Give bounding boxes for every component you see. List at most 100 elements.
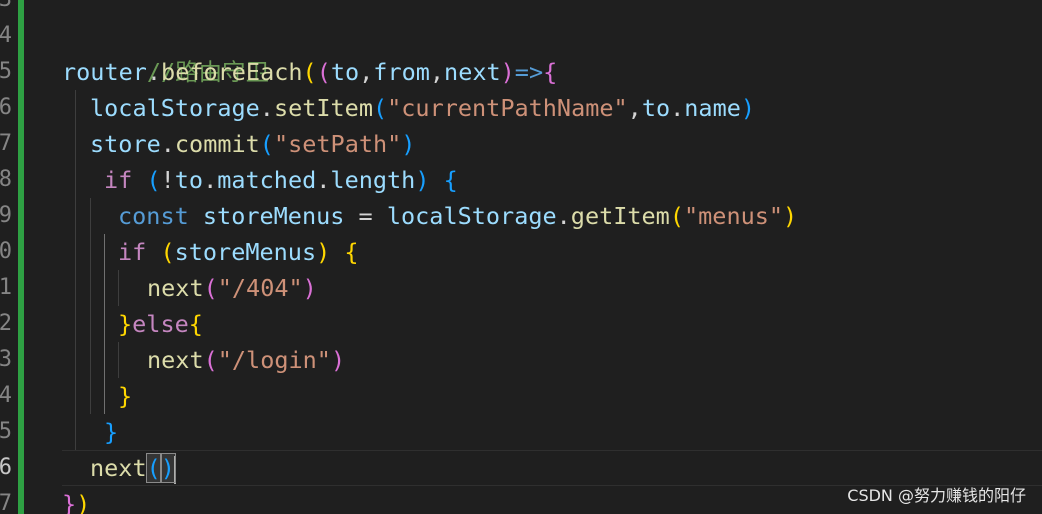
identifier-store: store (90, 130, 161, 158)
identifier-local-storage: localStorage (90, 94, 260, 122)
identifier-store-menus: storeMenus (174, 238, 317, 266)
line-number: 8 (0, 167, 12, 192)
string-literal: "currentPathName" (387, 94, 628, 122)
bracket-open: ( (146, 166, 161, 194)
code-line-store-commit: store.commit("setPath") (90, 126, 415, 162)
line-number: 2 (0, 311, 12, 336)
bracket-open: ( (203, 274, 218, 302)
function-set-item: setItem (273, 94, 373, 122)
punctuation-comma: , (429, 58, 445, 86)
operator-not: ! (160, 166, 175, 194)
bracket-close: ) (415, 166, 430, 194)
identifier-router: router (62, 58, 147, 86)
code-line-close-if: } (104, 414, 118, 450)
code-area[interactable]: //路由守卫 router.beforeEach((to,from,next)=… (62, 0, 1042, 514)
brace-open: { (188, 310, 203, 338)
keyword-else: else (132, 310, 189, 338)
line-number: 4 (0, 383, 12, 408)
line-number-current: 6 (0, 455, 12, 480)
bracket-open: ( (203, 346, 218, 374)
brace-close: } (104, 418, 119, 446)
punctuation-dot: . (146, 58, 162, 86)
string-literal: "menus" (684, 202, 784, 230)
function-commit: commit (174, 130, 260, 158)
string-literal: "/404" (217, 274, 303, 302)
code-line-const-store-menus: const storeMenus = localStorage.getItem(… (118, 198, 797, 234)
code-line-if-matched: if (!to.matched.length) { (104, 162, 458, 198)
line-number: 3 (0, 347, 12, 372)
brace-close: } (118, 310, 133, 338)
bracket-close: ) (76, 490, 91, 514)
line-number: 1 (0, 275, 12, 300)
line-number: 7 (0, 491, 12, 514)
code-line-router-before-each: router.beforeEach((to,from,next)=>{ (62, 54, 557, 90)
line-number-gutter: 3 4 5 6 7 8 9 0 1 2 3 4 5 6 7 (0, 0, 12, 514)
function-next: next (147, 274, 204, 302)
line-number: 9 (0, 203, 12, 228)
bracket-open: ( (316, 58, 331, 86)
keyword-if: if (104, 166, 133, 194)
code-line-if-store-menus: if (storeMenus) { (118, 234, 359, 270)
code-editor[interactable]: 3 4 5 6 7 8 9 0 1 2 3 4 5 6 7 //路由守卫 rou… (0, 0, 1042, 514)
bracket-open-matched: ( (145, 453, 162, 483)
punctuation-dot: . (259, 94, 274, 122)
identifier-to: to (641, 94, 671, 122)
punctuation-dot: . (203, 166, 218, 194)
punctuation-dot: . (670, 94, 685, 122)
code-line-close-else: } (118, 378, 132, 414)
keyword-const: const (118, 202, 189, 230)
bracket-close-matched: ) (159, 453, 176, 483)
punctuation-dot: . (316, 166, 331, 194)
line-number: 5 (0, 419, 12, 444)
operator-assign: = (358, 202, 373, 230)
param-next: next (444, 58, 501, 86)
identifier-to: to (174, 166, 204, 194)
bracket-close: ) (330, 346, 346, 374)
bracket-open: ( (372, 94, 388, 122)
function-next: next (147, 346, 204, 374)
bracket-close: ) (302, 274, 317, 302)
brace-open: { (543, 58, 558, 86)
identifier-local-storage: localStorage (386, 202, 557, 230)
bracket-close: ) (783, 202, 798, 230)
string-literal: "setPath" (273, 130, 402, 158)
identifier-store-menus: storeMenus (202, 202, 345, 230)
property-length: length (330, 166, 416, 194)
property-name: name (684, 94, 741, 122)
line-number: 4 (0, 23, 12, 48)
bracket-close: ) (740, 94, 756, 122)
bracket-open: ( (259, 130, 274, 158)
function-get-item: getItem (570, 202, 670, 230)
bracket-close: ) (500, 58, 515, 86)
git-diff-added-indicator[interactable] (18, 0, 24, 514)
punctuation-dot: . (160, 130, 175, 158)
arrow-operator: => (514, 58, 544, 86)
param-to: to (330, 58, 360, 86)
code-line-next-404: next("/404") (147, 270, 317, 306)
function-next: next (90, 454, 147, 482)
keyword-if: if (118, 238, 147, 266)
punctuation-comma: , (359, 58, 374, 86)
punctuation-dot: . (556, 202, 571, 230)
code-line-else: }else{ (118, 306, 203, 342)
code-line-set-item: localStorage.setItem("currentPathName",t… (90, 90, 755, 126)
csdn-watermark: CSDN @努力赚钱的阳仔 (847, 486, 1026, 505)
code-line-comment: //路由守卫 (62, 18, 269, 86)
bracket-close: ) (401, 130, 416, 158)
bracket-open: ( (669, 202, 684, 230)
line-number: 0 (0, 239, 12, 264)
brace-open: { (443, 166, 458, 194)
code-line-close-callback: }) (62, 486, 90, 514)
property-matched: matched (217, 166, 317, 194)
text-cursor (173, 455, 176, 484)
line-number: 6 (0, 95, 12, 120)
param-from: from (373, 58, 430, 86)
code-line-next-call: next() (90, 450, 176, 486)
string-literal: "/login" (217, 346, 331, 374)
bracket-open: ( (302, 58, 317, 86)
code-line-next-login: next("/login") (147, 342, 345, 378)
line-number: 3 (0, 0, 12, 18)
line-number: 5 (0, 59, 12, 84)
function-before-each: beforeEach (161, 58, 303, 86)
brace-open: { (344, 238, 359, 266)
